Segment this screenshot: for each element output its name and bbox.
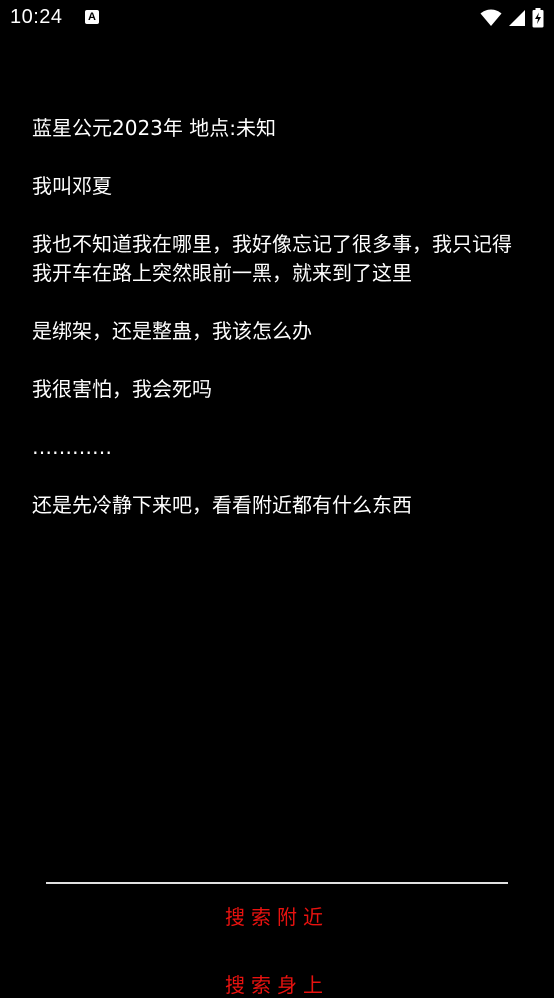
status-icons — [480, 8, 544, 28]
story-text: 蓝星公元2023年 地点:未知 我叫邓夏 我也不知道我在哪里，我好像忘记了很多事… — [32, 114, 512, 549]
divider — [46, 882, 508, 884]
status-bar: 10:24 A — [0, 0, 554, 36]
battery-charging-icon — [532, 8, 544, 28]
search-nearby-button[interactable]: 搜索附近 — [0, 901, 554, 930]
story-line-kidnap: 是绑架，还是整蛊，我该怎么办 — [32, 319, 312, 343]
status-time: 10:24 — [10, 6, 63, 28]
story-line-location: 蓝星公元2023年 地点:未知 — [32, 116, 276, 140]
story-line-fear: 我很害怕，我会死吗 — [32, 377, 212, 401]
story-line-confusion: 我也不知道我在哪里，我好像忘记了很多事，我只记得我开车在路上突然眼前一黑，就来到… — [32, 232, 512, 285]
font-a-icon: A — [85, 10, 99, 24]
wifi-icon — [480, 9, 502, 26]
signal-icon — [509, 10, 525, 26]
story-line-name: 我叫邓夏 — [32, 174, 112, 198]
story-line-ellipsis: ………… — [32, 435, 112, 459]
story-line-calm: 还是先冷静下来吧，看看附近都有什么东西 — [32, 493, 412, 517]
